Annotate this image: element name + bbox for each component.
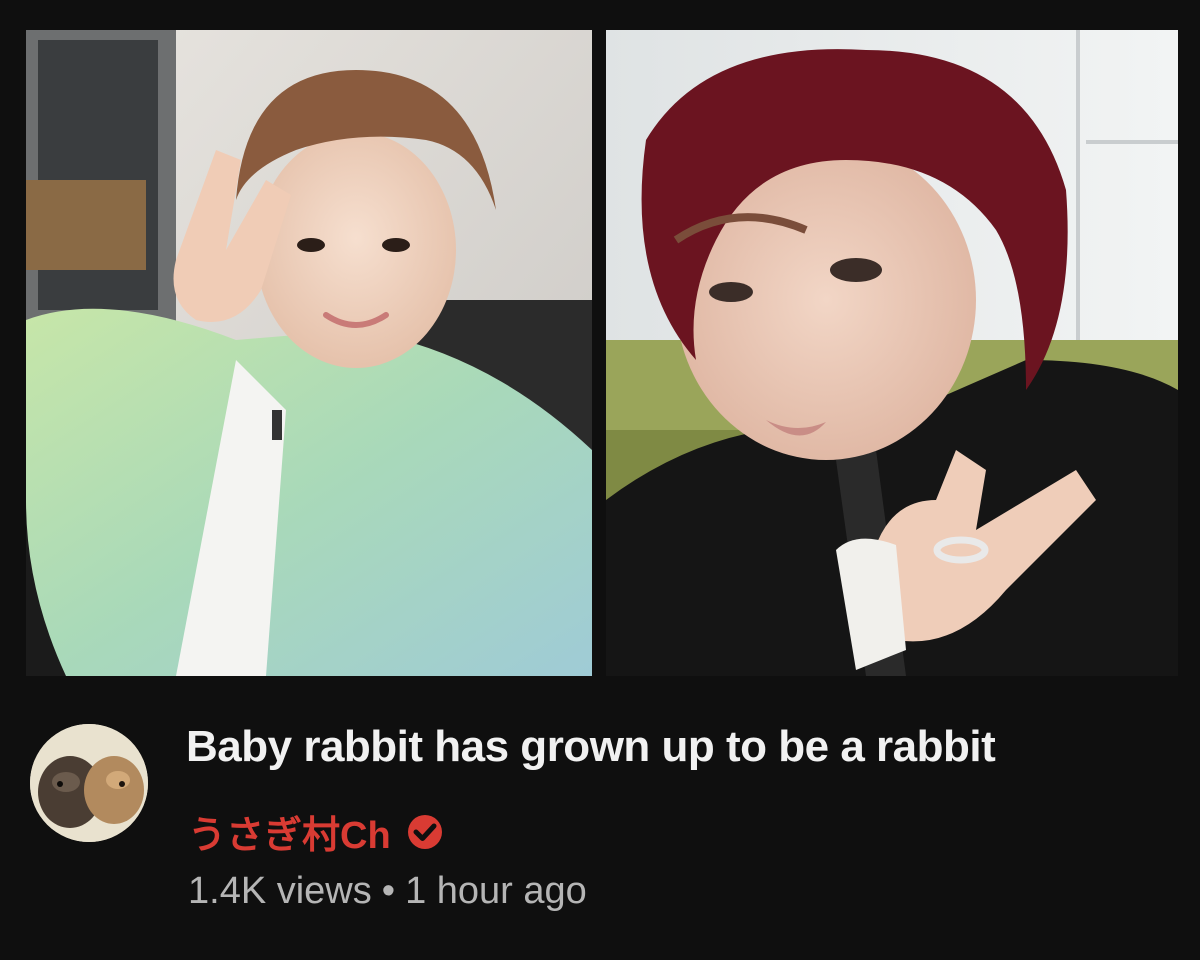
- right-photo-image: [606, 30, 1178, 676]
- channel-name: うさぎ村Ch: [188, 815, 391, 857]
- thumbnail-left[interactable]: [26, 30, 592, 676]
- video-card: Baby rabbit has grown up to be a rabbit …: [0, 0, 1200, 960]
- channel-link[interactable]: うさぎ村Ch: [188, 804, 445, 859]
- upload-age: 1 hour ago: [405, 870, 587, 912]
- rabbits-avatar-icon: [30, 724, 148, 842]
- thumbnail-right[interactable]: [606, 30, 1178, 676]
- video-meta: Baby rabbit has grown up to be a rabbit …: [30, 712, 1170, 942]
- view-count: 1.4K views: [188, 870, 372, 912]
- verified-check-icon: [407, 814, 442, 849]
- video-title[interactable]: Baby rabbit has grown up to be a rabbit: [186, 722, 996, 772]
- separator-dot: •: [381, 870, 396, 912]
- channel-avatar[interactable]: [30, 724, 148, 842]
- left-photo-image: [26, 30, 592, 676]
- video-stats: 1.4K views • 1 hour ago: [188, 870, 587, 913]
